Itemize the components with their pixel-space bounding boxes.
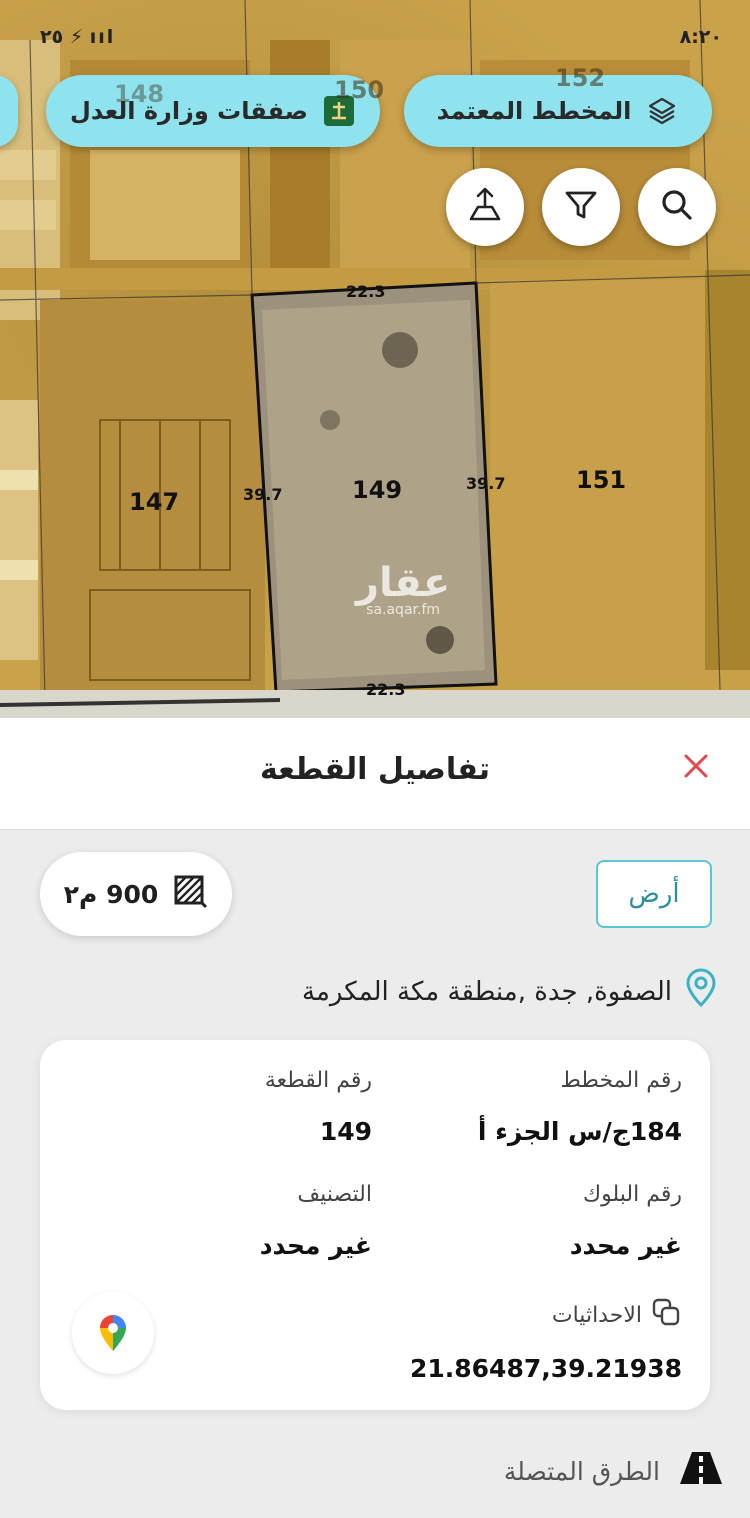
filter-button[interactable]	[542, 168, 620, 246]
area-value: 900 م٢	[63, 879, 159, 909]
watermark-logo: عقار	[356, 560, 451, 606]
plot-label-151[interactable]: 151	[576, 466, 626, 494]
coordinates-field[interactable]: الاحداثيات 21.86487,39.21938	[410, 1296, 682, 1383]
aqar-watermark: عقار sa.aqar.fm	[356, 560, 450, 618]
coordinates-label: الاحداثيات	[551, 1302, 642, 1328]
status-icons-left: ٢٥ ⚡ ııl	[40, 26, 116, 48]
plot-number-value: 149	[319, 1117, 372, 1146]
google-maps-button[interactable]	[72, 1292, 154, 1374]
plot-label-149[interactable]: 149	[352, 476, 402, 504]
share-button[interactable]	[446, 168, 524, 246]
sheet-title: تفاصيل القطعة	[259, 752, 491, 787]
plot-details-sheet: تفاصيل القطعة أرض 900 م٢ الصفوة, جدة ,من…	[0, 718, 750, 1518]
plot-number-field: رقم القطعة 149	[265, 1068, 372, 1146]
road-icon	[678, 1450, 724, 1492]
land-type-chip[interactable]: أرض	[596, 860, 712, 928]
dimension-right: 39.7	[466, 474, 506, 493]
sheet-header: تفاصيل القطعة	[0, 718, 750, 830]
copy-icon[interactable]	[650, 1296, 682, 1334]
plan-number-field: رقم المخطط 184ج/س الجزء أ	[478, 1068, 682, 1146]
moj-deals-label: صفقات وزارة العدل	[70, 97, 308, 125]
block-number-field: رقم البلوك غير محدد	[570, 1182, 682, 1260]
block-number-value: غير محدد	[569, 1231, 682, 1260]
close-button[interactable]	[676, 746, 716, 786]
plot-number-label: رقم القطعة	[264, 1068, 372, 1093]
search-button[interactable]	[638, 168, 716, 246]
layers-icon	[645, 94, 679, 128]
classification-field: التصنيف غير محدد	[260, 1182, 372, 1260]
plan-number-value: 184ج/س الجزء أ	[477, 1117, 682, 1146]
plan-number-label: رقم المخطط	[560, 1068, 682, 1093]
share-upload-icon	[465, 185, 505, 229]
plot-label-150[interactable]: 150	[334, 76, 384, 104]
filter-icon	[563, 187, 599, 227]
block-number-label: رقم البلوك	[582, 1182, 682, 1207]
moj-deals-button[interactable]: صفقات وزارة العدل	[46, 75, 380, 147]
plot-label-147[interactable]: 147	[129, 488, 179, 516]
status-bar: ٢٥ ⚡ ııl ٨:٢٠	[0, 22, 750, 56]
area-icon	[172, 873, 208, 915]
satellite-map[interactable]: ٢٥ ⚡ ııl ٨:٢٠ المخطط المعتمد صفقات وزارة…	[0, 0, 750, 718]
location-row: الصفوة, جدة ,منطقة مكة المكرمة	[302, 968, 718, 1015]
coordinates-label-row: الاحداثيات	[410, 1296, 682, 1334]
close-icon	[684, 754, 708, 778]
dimension-top: 22.3	[346, 282, 386, 301]
coordinates-value: 21.86487,39.21938	[409, 1354, 682, 1383]
plot-label-148[interactable]: 148	[114, 80, 164, 108]
dimension-left: 39.7	[243, 485, 283, 504]
location-text: الصفوة, جدة ,منطقة مكة المكرمة	[302, 976, 672, 1007]
classification-label: التصنيف	[297, 1182, 372, 1207]
watermark-url: sa.aqar.fm	[366, 602, 441, 618]
location-pin-icon	[684, 968, 718, 1015]
area-chip[interactable]: 900 م٢	[40, 852, 232, 936]
dimension-bottom: 22.3	[366, 680, 406, 699]
connected-roads-label: الطرق المتصلة	[503, 1456, 660, 1486]
search-icon	[659, 187, 695, 227]
plot-details-card: رقم المخطط 184ج/س الجزء أ رقم القطعة 149…	[40, 1040, 710, 1410]
google-maps-pin-icon	[100, 1315, 126, 1351]
status-time: ٨:٢٠	[679, 26, 722, 48]
plot-label-152[interactable]: 152	[555, 64, 605, 92]
approved-plan-label: المخطط المعتمد	[436, 97, 632, 125]
classification-value: غير محدد	[259, 1231, 372, 1260]
connected-roads-row[interactable]: الطرق المتصلة	[504, 1450, 724, 1492]
